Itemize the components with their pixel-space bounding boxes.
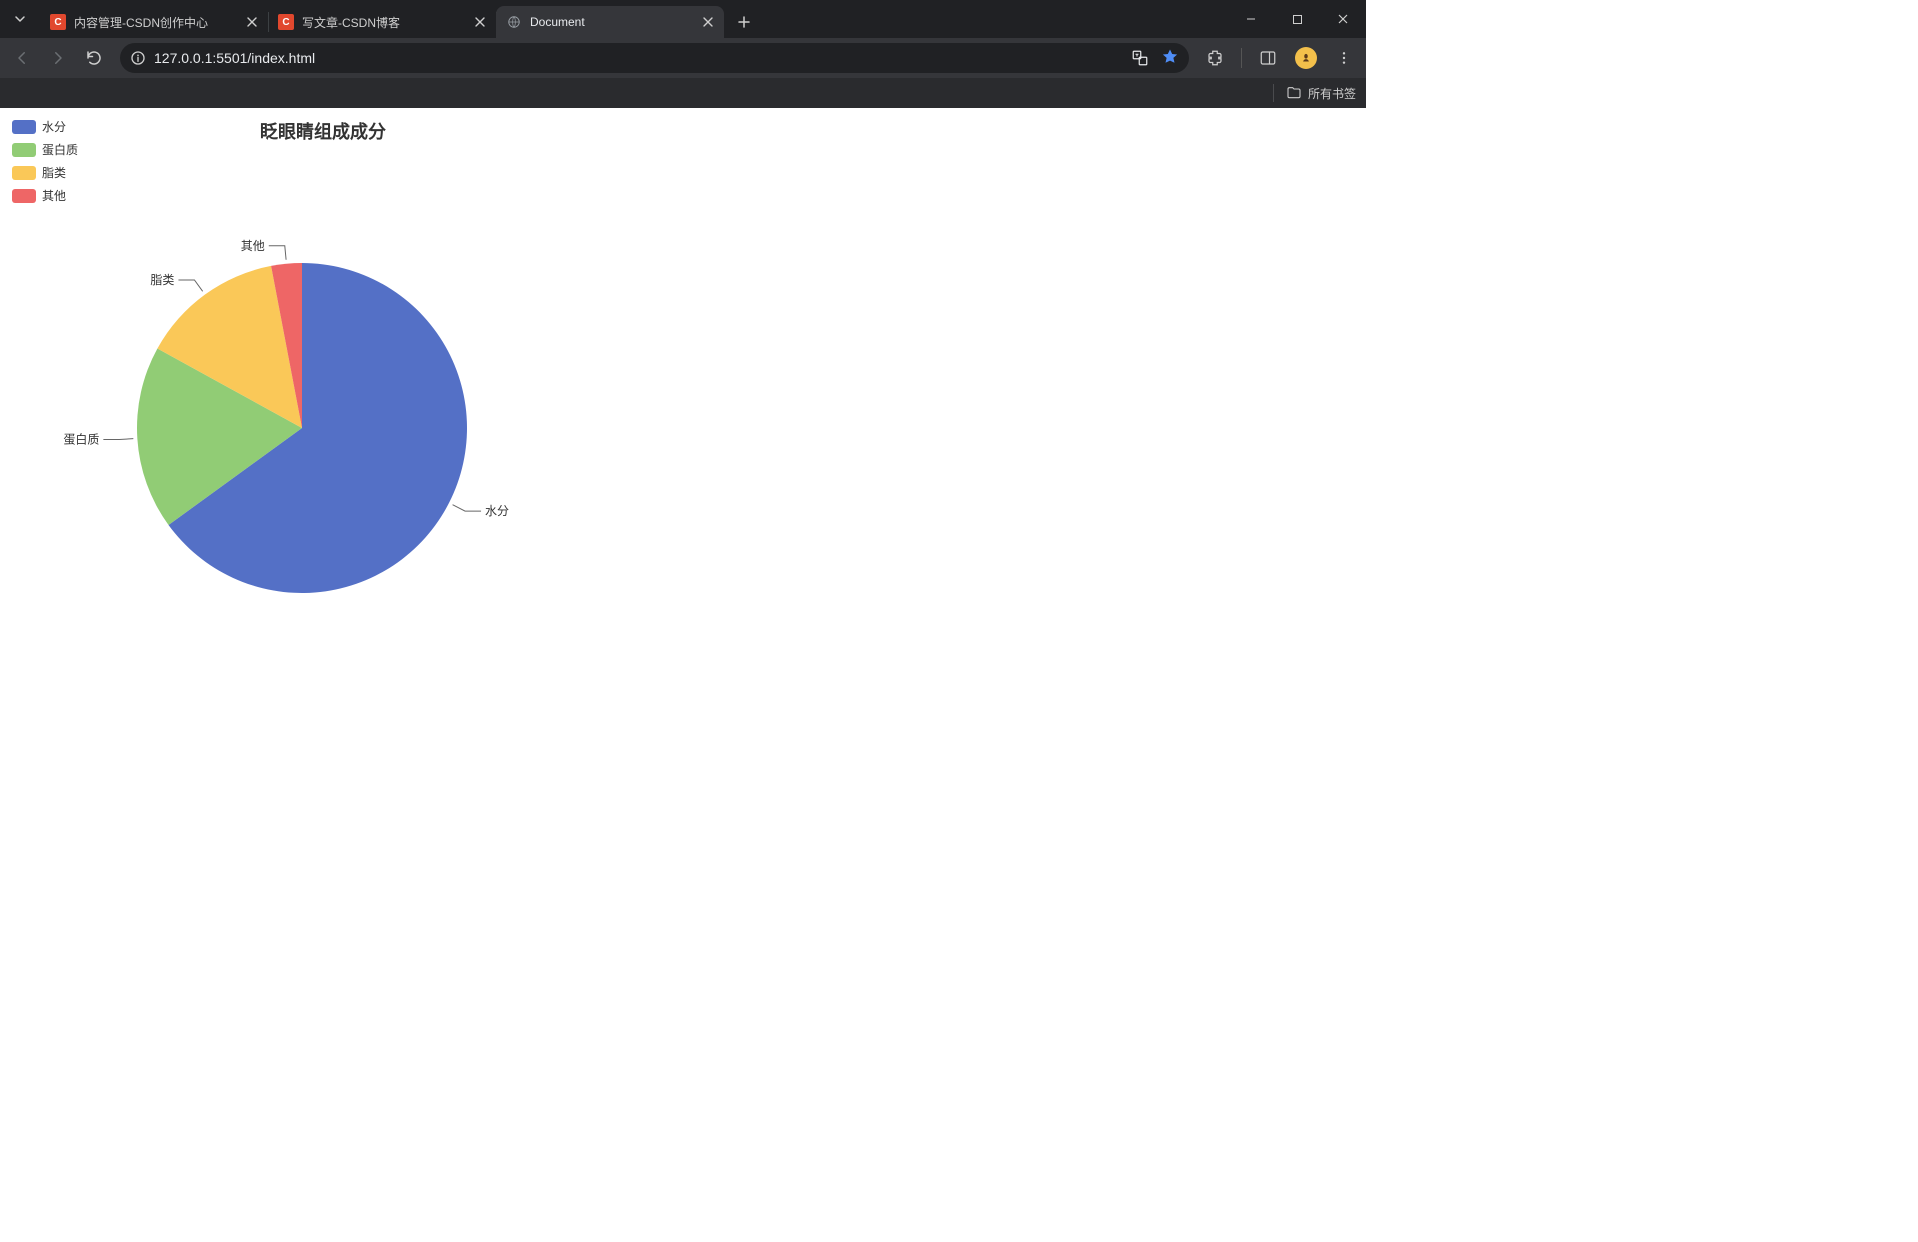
tab-title: 写文章-CSDN博客 — [302, 14, 472, 31]
label-leader-line — [453, 505, 481, 511]
toolbar: 127.0.0.1:5501/index.html — [0, 38, 1366, 78]
window-minimize-button[interactable] — [1228, 0, 1274, 38]
reload-button[interactable] — [78, 42, 110, 74]
legend-swatch-icon — [12, 189, 36, 203]
label-leader-line — [103, 439, 133, 440]
legend-label: 脂类 — [42, 164, 66, 181]
tab-active[interactable]: Document — [496, 6, 724, 38]
back-button[interactable] — [6, 42, 38, 74]
chart-title: 眨眼睛组成成分 — [260, 118, 386, 144]
legend-label: 水分 — [42, 118, 66, 135]
globe-favicon-icon — [506, 14, 522, 30]
label-leader-line — [269, 246, 286, 260]
pie-slice-label: 其他 — [241, 239, 265, 253]
titlebar: C 内容管理-CSDN创作中心 C 写文章-CSDN博客 Document — [0, 0, 1366, 38]
pie-slice-label: 脂类 — [150, 272, 174, 287]
tab-title: 内容管理-CSDN创作中心 — [74, 14, 244, 31]
csdn-favicon-icon: C — [278, 14, 294, 30]
legend-swatch-icon — [12, 120, 36, 134]
translate-icon[interactable] — [1131, 49, 1149, 67]
window-close-button[interactable] — [1320, 0, 1366, 38]
page-content: 眨眼睛组成成分 水分蛋白质脂类其他 水分蛋白质脂类其他 — [0, 108, 1366, 885]
bookmarks-bar: 所有书签 — [0, 78, 1366, 108]
menu-button[interactable] — [1328, 42, 1360, 74]
chart-legend: 水分蛋白质脂类其他 — [12, 118, 78, 204]
folder-icon — [1286, 85, 1302, 101]
tab-strip: C 内容管理-CSDN创作中心 C 写文章-CSDN博客 Document — [40, 0, 724, 38]
pie-chart: 水分蛋白质脂类其他 — [72, 198, 572, 638]
new-tab-button[interactable] — [730, 8, 758, 36]
url-text: 127.0.0.1:5501/index.html — [154, 50, 315, 66]
tab-close-icon[interactable] — [472, 14, 488, 30]
browser-window: C 内容管理-CSDN创作中心 C 写文章-CSDN博客 Document — [0, 0, 1366, 885]
window-maximize-button[interactable] — [1274, 0, 1320, 38]
tab-close-icon[interactable] — [244, 14, 260, 30]
extensions-button[interactable] — [1199, 42, 1231, 74]
legend-item[interactable]: 脂类 — [12, 164, 78, 181]
tab-title: Document — [530, 15, 700, 29]
legend-label: 其他 — [42, 187, 66, 204]
legend-item[interactable]: 水分 — [12, 118, 78, 135]
legend-swatch-icon — [12, 166, 36, 180]
titlebar-left — [0, 0, 34, 38]
tab-close-icon[interactable] — [700, 14, 716, 30]
forward-button[interactable] — [42, 42, 74, 74]
address-bar[interactable]: 127.0.0.1:5501/index.html — [120, 43, 1189, 73]
separator — [1273, 84, 1274, 102]
toolbar-right — [1199, 42, 1360, 74]
tab-search-button[interactable] — [6, 5, 34, 33]
separator — [1241, 48, 1242, 68]
bookmark-star-icon[interactable] — [1161, 48, 1179, 69]
tab-inactive[interactable]: C 写文章-CSDN博客 — [268, 6, 496, 38]
window-controls — [1228, 0, 1366, 38]
site-info-icon[interactable] — [130, 50, 146, 66]
all-bookmarks-button[interactable]: 所有书签 — [1308, 85, 1356, 102]
legend-swatch-icon — [12, 143, 36, 157]
legend-item[interactable]: 其他 — [12, 187, 78, 204]
label-leader-line — [178, 280, 202, 291]
tab-inactive[interactable]: C 内容管理-CSDN创作中心 — [40, 6, 268, 38]
pie-slice-label: 蛋白质 — [63, 431, 99, 446]
avatar-icon — [1295, 47, 1317, 69]
legend-label: 蛋白质 — [42, 141, 78, 158]
legend-item[interactable]: 蛋白质 — [12, 141, 78, 158]
csdn-favicon-icon: C — [50, 14, 66, 30]
pie-slice-label: 水分 — [485, 504, 509, 518]
side-panel-button[interactable] — [1252, 42, 1284, 74]
profile-avatar[interactable] — [1290, 42, 1322, 74]
